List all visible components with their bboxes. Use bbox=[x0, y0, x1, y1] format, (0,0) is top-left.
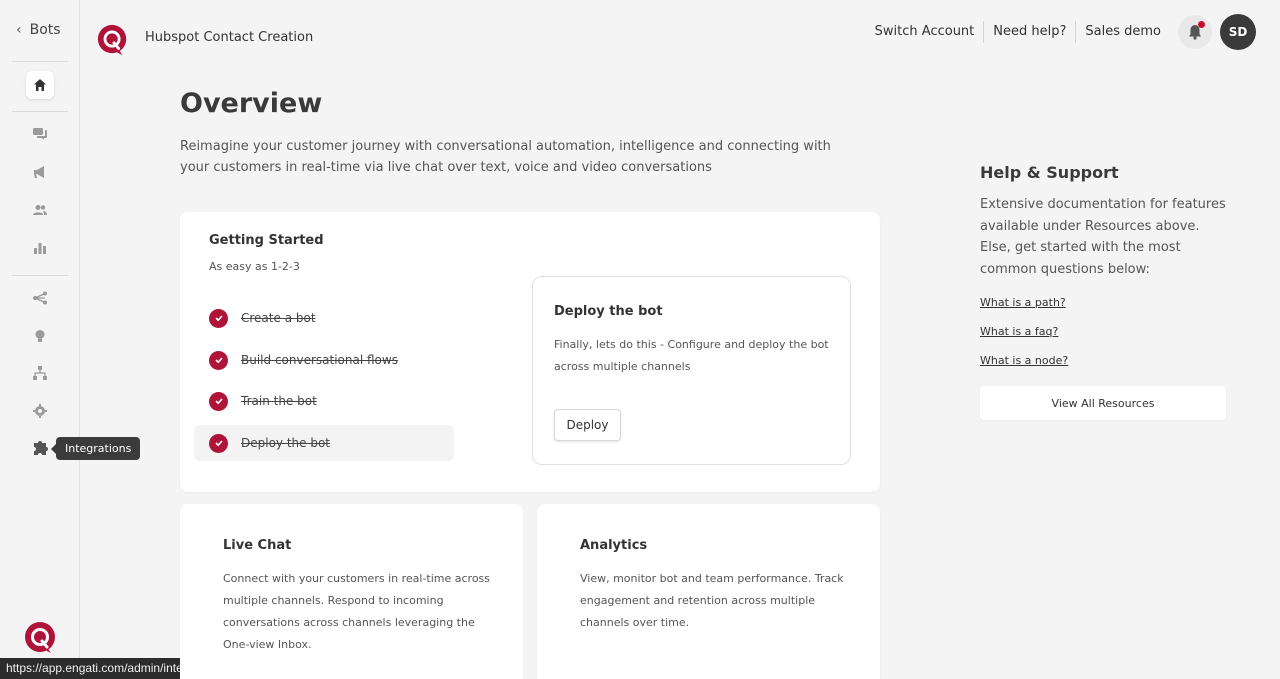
checkmark-icon bbox=[209, 433, 228, 453]
header-nav: Switch Account Need help? Sales demo SD bbox=[866, 14, 1256, 50]
step-label: Build conversational flows bbox=[241, 353, 398, 367]
sidebar-item-hierarchy[interactable] bbox=[28, 361, 52, 385]
sidebar-divider bbox=[12, 111, 68, 112]
back-to-bots-link[interactable]: ‹ Bots bbox=[16, 22, 61, 38]
sidebar-item-users[interactable] bbox=[28, 198, 52, 222]
need-help-link[interactable]: Need help? bbox=[983, 21, 1075, 43]
sidebar-item-integrations[interactable] bbox=[28, 437, 52, 461]
engati-logo-icon[interactable] bbox=[23, 620, 59, 656]
analytics-title: Analytics bbox=[580, 538, 648, 553]
step-label: Create a bot bbox=[241, 311, 316, 325]
chevron-left-icon: ‹ bbox=[16, 22, 22, 38]
step-label: Train the bot bbox=[241, 394, 317, 408]
checkmark-icon bbox=[209, 308, 228, 328]
help-link-faq[interactable]: What is a faq? bbox=[980, 325, 1058, 338]
page-description: Reimagine your customer journey with con… bbox=[180, 139, 831, 175]
integrations-tooltip: Integrations bbox=[50, 437, 141, 460]
notification-dot bbox=[1198, 21, 1205, 28]
step-create-bot[interactable]: Create a bot bbox=[194, 300, 454, 336]
live-chat-description: Connect with your customers in real-time… bbox=[223, 572, 491, 651]
gear-icon bbox=[33, 404, 47, 418]
help-support-title: Help & Support bbox=[980, 163, 1119, 182]
notifications-button[interactable] bbox=[1178, 15, 1212, 49]
live-chat-title: Live Chat bbox=[223, 538, 292, 553]
step-train-bot[interactable]: Train the bot bbox=[194, 383, 454, 419]
analytics-card: Analytics View, monitor bot and team per… bbox=[537, 504, 880, 679]
deploy-description: Finally, lets do this - Configure and de… bbox=[554, 338, 829, 373]
hierarchy-icon bbox=[33, 366, 47, 380]
getting-started-title: Getting Started bbox=[209, 233, 324, 248]
sidebar-divider bbox=[12, 61, 68, 62]
live-chat-card: Live Chat Connect with your customers in… bbox=[180, 504, 523, 679]
getting-started-card: Getting Started As easy as 1-2-3 Create … bbox=[180, 212, 880, 492]
help-support-description: Extensive documentation for features ava… bbox=[980, 197, 1226, 277]
avatar[interactable]: SD bbox=[1220, 14, 1256, 50]
home-icon bbox=[34, 79, 46, 91]
users-icon bbox=[33, 205, 47, 215]
deploy-button[interactable]: Deploy bbox=[554, 409, 621, 441]
left-sidebar: ‹ Bots Integrations bbox=[0, 0, 141, 679]
step-deploy-bot[interactable]: Deploy the bot bbox=[194, 425, 454, 461]
step-label: Deploy the bot bbox=[241, 436, 331, 450]
sidebar-item-conversations[interactable] bbox=[28, 122, 52, 146]
back-label: Bots bbox=[29, 22, 61, 38]
top-header: Hubspot Contact Creation Switch Account … bbox=[80, 0, 1280, 80]
view-all-resources-button[interactable]: View All Resources bbox=[980, 386, 1226, 420]
deploy-panel: Deploy the bot Finally, lets do this - C… bbox=[532, 276, 851, 465]
sidebar-item-broadcast[interactable] bbox=[28, 160, 52, 184]
getting-started-subtitle: As easy as 1-2-3 bbox=[209, 260, 300, 273]
puzzle-icon bbox=[34, 441, 48, 455]
sidebar-item-home[interactable] bbox=[26, 71, 54, 99]
sidebar-item-training[interactable] bbox=[28, 324, 52, 348]
megaphone-icon bbox=[34, 166, 44, 178]
analytics-description: View, monitor bot and team performance. … bbox=[580, 572, 844, 629]
flow-icon bbox=[33, 291, 47, 305]
deploy-title: Deploy the bot bbox=[554, 304, 663, 319]
sidebar-item-settings[interactable] bbox=[28, 399, 52, 423]
sidebar-item-analytics[interactable] bbox=[28, 236, 52, 260]
page-title: Overview bbox=[180, 88, 323, 119]
switch-account-link[interactable]: Switch Account bbox=[866, 21, 984, 43]
bar-chart-icon bbox=[34, 243, 46, 254]
checkmark-icon bbox=[209, 391, 228, 411]
help-link-node[interactable]: What is a node? bbox=[980, 354, 1068, 367]
bot-name-title: Hubspot Contact Creation bbox=[145, 30, 314, 45]
sidebar-divider bbox=[12, 275, 68, 276]
help-link-path[interactable]: What is a path? bbox=[980, 296, 1066, 309]
engati-logo-icon[interactable] bbox=[96, 22, 130, 58]
account-name-link[interactable]: Sales demo bbox=[1075, 21, 1170, 43]
step-build-flows[interactable]: Build conversational flows bbox=[194, 342, 454, 378]
bulb-icon bbox=[35, 330, 45, 342]
checkmark-icon bbox=[209, 350, 228, 370]
sidebar-item-flows[interactable] bbox=[28, 286, 52, 310]
chat-icon bbox=[33, 128, 47, 140]
